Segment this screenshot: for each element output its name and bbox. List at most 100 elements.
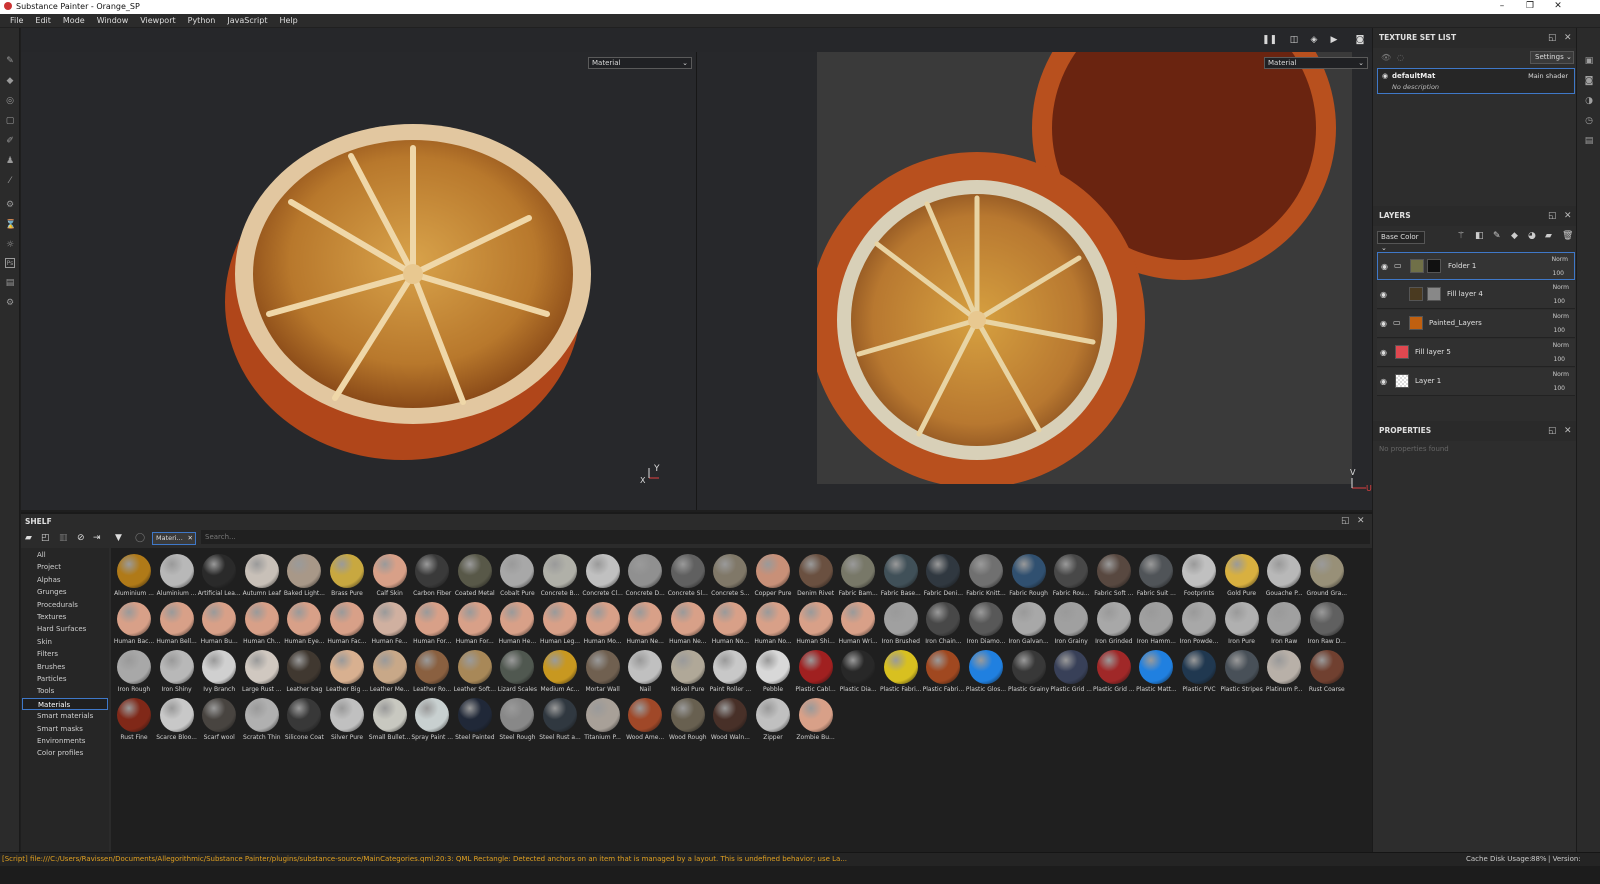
visibility-eye-icon[interactable]: ◉ [1380,348,1390,358]
material-thumbnail[interactable]: Leather Soft... [454,648,496,696]
material-thumbnail[interactable]: Nickel Pure [667,648,709,696]
shelf-search-input[interactable]: Search... [201,530,1370,544]
material-thumbnail[interactable]: Human Ne... [667,600,709,648]
material-thumbnail[interactable]: Human For... [411,600,453,648]
material-thumbnail[interactable]: Gold Pure [1221,552,1263,600]
menu-python[interactable]: Python [182,16,222,25]
shelf-category-tools[interactable]: Tools [22,685,108,697]
material-thumbnail[interactable]: Fabric Deni... [922,552,964,600]
material-thumbnail[interactable]: Human Ne... [624,600,666,648]
eraser-icon[interactable]: ◆ [5,76,15,86]
material-thumbnail[interactable]: Lizard Scales [496,648,538,696]
close-panel-icon[interactable]: ✕ [1564,421,1572,441]
channel-dropdown[interactable]: Base Color ⌄ [1377,231,1425,252]
material-thumbnail[interactable]: Steel Rough [496,696,538,744]
material-thumbnail[interactable]: Platinum P... [1263,648,1305,696]
document-icon[interactable]: ▤ [5,278,15,288]
menu-help[interactable]: Help [273,16,303,25]
shelf-category-color-profiles[interactable]: Color profiles [22,747,108,759]
viewport-2d-channel-dropdown[interactable]: Material ⌄ [1264,57,1368,69]
material-thumbnail[interactable]: Copper Pure [752,552,794,600]
menu-mode[interactable]: Mode [57,16,91,25]
float-panel-icon[interactable]: ◱ [1548,28,1557,48]
material-thumbnail[interactable]: Mortar Wall [582,648,624,696]
library-icon[interactable]: ▥ [59,533,68,543]
material-thumbnail[interactable]: Coated Metal [454,552,496,600]
menu-window[interactable]: Window [91,16,135,25]
material-thumbnail[interactable]: Spray Paint ... [411,696,453,744]
material-thumbnail[interactable]: Steel Rust a... [539,696,581,744]
visibility-icon[interactable]: 👁 [1381,53,1391,62]
filter-tag[interactable]: Materi... ✕ [152,532,196,545]
maximize-button[interactable]: ❐ [1516,0,1544,14]
shelf-category-skin[interactable]: Skin [22,636,108,648]
add-effect-icon[interactable]: ⚚ [1457,231,1465,241]
screenshot-icon[interactable]: ◙ [1354,35,1366,46]
material-thumbnail[interactable]: Titanium P... [582,696,624,744]
texture-set-shader[interactable]: Main shader [1528,72,1568,80]
material-thumbnail[interactable]: Wood Rough [667,696,709,744]
shelf-category-project[interactable]: Project [22,561,108,573]
material-thumbnail[interactable]: Human Leg... [539,600,581,648]
visibility-eye-icon[interactable]: ◉ [1380,377,1390,387]
material-thumbnail[interactable]: Plastic Cabl... [795,648,837,696]
material-thumbnail[interactable]: Concrete S... [709,552,751,600]
material-thumbnail[interactable]: Silicone Coat [283,696,325,744]
layer-opacity[interactable]: 100 [1554,385,1565,392]
material-thumbnail[interactable]: Human No... [709,600,751,648]
float-panel-icon[interactable]: ◱ [1548,206,1557,226]
material-thumbnail[interactable]: Iron Shiny [156,648,198,696]
geometry-fill-icon[interactable]: ▢ [5,116,15,126]
layer-row[interactable]: ◉ Fill layer 4 Norm 100 [1377,281,1575,309]
shelf-category-brushes[interactable]: Brushes [22,661,108,673]
shelf-category-smart-masks[interactable]: Smart masks [22,723,108,735]
layer-row[interactable]: ◉ Layer 1 Norm 100 [1377,368,1575,396]
material-thumbnail[interactable]: Carbon Fiber [411,552,453,600]
shelf-category-smart-materials[interactable]: Smart materials [22,710,108,722]
material-thumbnail[interactable]: Plastic Fabri... [880,648,922,696]
material-thumbnail[interactable]: Rust Coarse [1306,648,1348,696]
material-thumbnail[interactable]: Iron Chain... [922,600,964,648]
display-icon[interactable]: ◙ [1584,76,1594,86]
material-thumbnail[interactable]: Human Wri... [837,600,879,648]
add-mask-icon[interactable]: ◧ [1475,231,1484,241]
material-thumbnail[interactable]: Human Shi... [795,600,837,648]
blend-mode[interactable]: Norm [1553,284,1569,291]
material-thumbnail[interactable]: Iron Raw D... [1306,600,1348,648]
display-settings-icon[interactable]: ☼ [5,240,15,250]
material-thumbnail[interactable]: Wood Ame... [624,696,666,744]
minimize-button[interactable]: – [1488,0,1516,14]
float-panel-icon[interactable]: ◱ [1341,516,1350,526]
visibility-eye-icon[interactable]: ◉ [1380,290,1390,300]
material-thumbnail[interactable]: Concrete D... [624,552,666,600]
blend-mode[interactable]: Norm [1553,313,1569,320]
material-thumbnail[interactable]: Plastic PVC [1178,648,1220,696]
material-thumbnail[interactable]: Paint Roller ... [709,648,751,696]
plugin-icon[interactable]: ⚙ [5,298,15,308]
shelf-category-alphas[interactable]: Alphas [22,574,108,586]
close-window-button[interactable]: ✕ [1544,0,1572,14]
add-folder-icon[interactable]: ▰ [1545,231,1552,241]
material-thumbnail[interactable]: Rust Fine [113,696,155,744]
color-picker-icon[interactable]: ⁄ [5,176,15,186]
visibility-eye-icon[interactable]: ◉ [1381,262,1391,272]
smudge-icon[interactable]: ✐ [5,136,15,146]
material-thumbnail[interactable]: Fabric Rough [1008,552,1050,600]
material-thumbnail[interactable]: Iron Pure [1221,600,1263,648]
material-thumbnail[interactable]: Calf Skin [369,552,411,600]
material-thumbnail[interactable]: Plastic Dia... [837,648,879,696]
material-thumbnail[interactable]: Artificial Lea... [198,552,241,600]
projection-icon[interactable]: ◎ [5,96,15,106]
material-thumbnail[interactable]: Wood Waln... [709,696,751,744]
material-thumbnail[interactable]: Leather Ro... [411,648,453,696]
layer-opacity[interactable]: 100 [1554,327,1565,334]
close-panel-icon[interactable]: ✕ [1357,516,1365,526]
material-thumbnail[interactable]: Iron Powde... [1178,600,1220,648]
material-thumbnail[interactable]: Fabric Bam... [837,552,879,600]
material-thumbnail[interactable]: Large Rust ... [241,648,283,696]
menu-viewport[interactable]: Viewport [134,16,181,25]
material-thumbnail[interactable]: Plastic Matt... [1135,648,1177,696]
material-thumbnail[interactable]: Plastic Grid ... [1050,648,1092,696]
visibility-eye-icon[interactable]: ◉ [1380,319,1390,329]
material-thumbnail[interactable]: Iron Brushed [880,600,922,648]
